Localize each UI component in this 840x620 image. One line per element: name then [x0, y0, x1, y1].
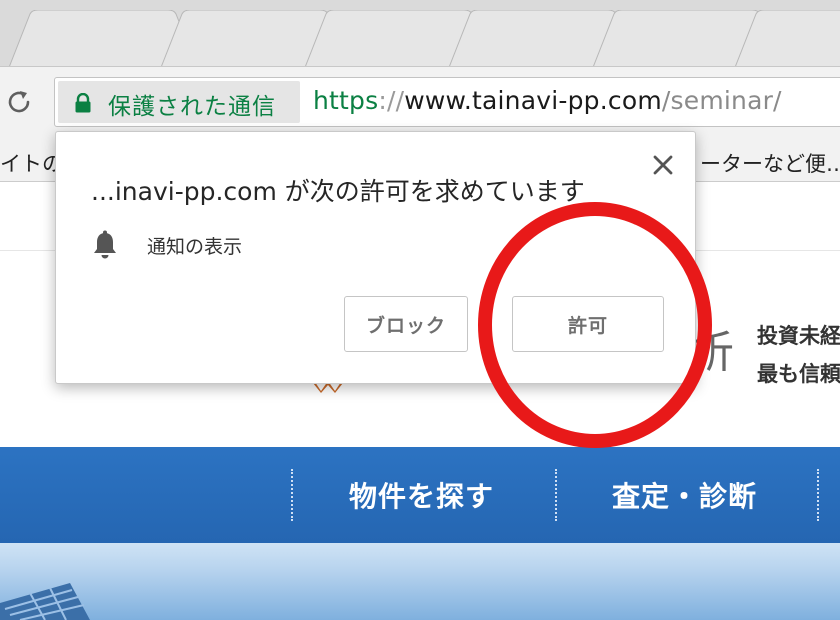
- nav-item-appraisal[interactable]: 査定・診断: [612, 475, 757, 515]
- url-text[interactable]: https://www.tainavi-pp.com/seminar/: [313, 86, 782, 115]
- site-nav: 物件を探す 査定・診断: [0, 447, 840, 543]
- url-separator: ://: [378, 86, 405, 115]
- bell-icon: [92, 230, 118, 260]
- site-tagline: 最も信頼: [757, 362, 840, 386]
- permission-label: 通知の表示: [147, 236, 243, 258]
- nav-divider: [291, 469, 293, 521]
- nav-divider: [555, 469, 557, 521]
- address-bar[interactable]: 保護された通信 https://www.tainavi-pp.com/semin…: [54, 77, 840, 127]
- bookmark-item[interactable]: イトの: [0, 148, 63, 178]
- popup-title: ...inavi-pp.com が次の許可を求めています: [91, 177, 585, 206]
- nav-item-search-property[interactable]: 物件を探す: [349, 475, 494, 515]
- nav-divider: [817, 469, 819, 521]
- security-label: 保護された通信: [108, 94, 276, 120]
- permission-popup: ...inavi-pp.com が次の許可を求めています 通知の表示 ブロック …: [55, 131, 696, 384]
- logo-text-fragment: 析: [690, 327, 734, 378]
- url-scheme: https: [313, 86, 379, 115]
- close-icon[interactable]: [652, 154, 674, 176]
- hero-image: [0, 543, 840, 620]
- tab-strip: [0, 0, 840, 66]
- url-host: www.tainavi-pp.com: [404, 86, 662, 115]
- reload-icon[interactable]: [4, 87, 34, 117]
- url-path: /seminar/: [661, 86, 782, 115]
- lock-icon: [74, 92, 92, 113]
- allow-button[interactable]: 許可: [512, 296, 664, 352]
- block-button[interactable]: ブロック: [344, 296, 468, 352]
- bookmark-item[interactable]: ーターなど便…: [700, 148, 840, 178]
- browser-tab[interactable]: [734, 10, 840, 66]
- site-tagline: 投資未経: [757, 324, 840, 348]
- security-chip[interactable]: 保護された通信: [58, 81, 300, 123]
